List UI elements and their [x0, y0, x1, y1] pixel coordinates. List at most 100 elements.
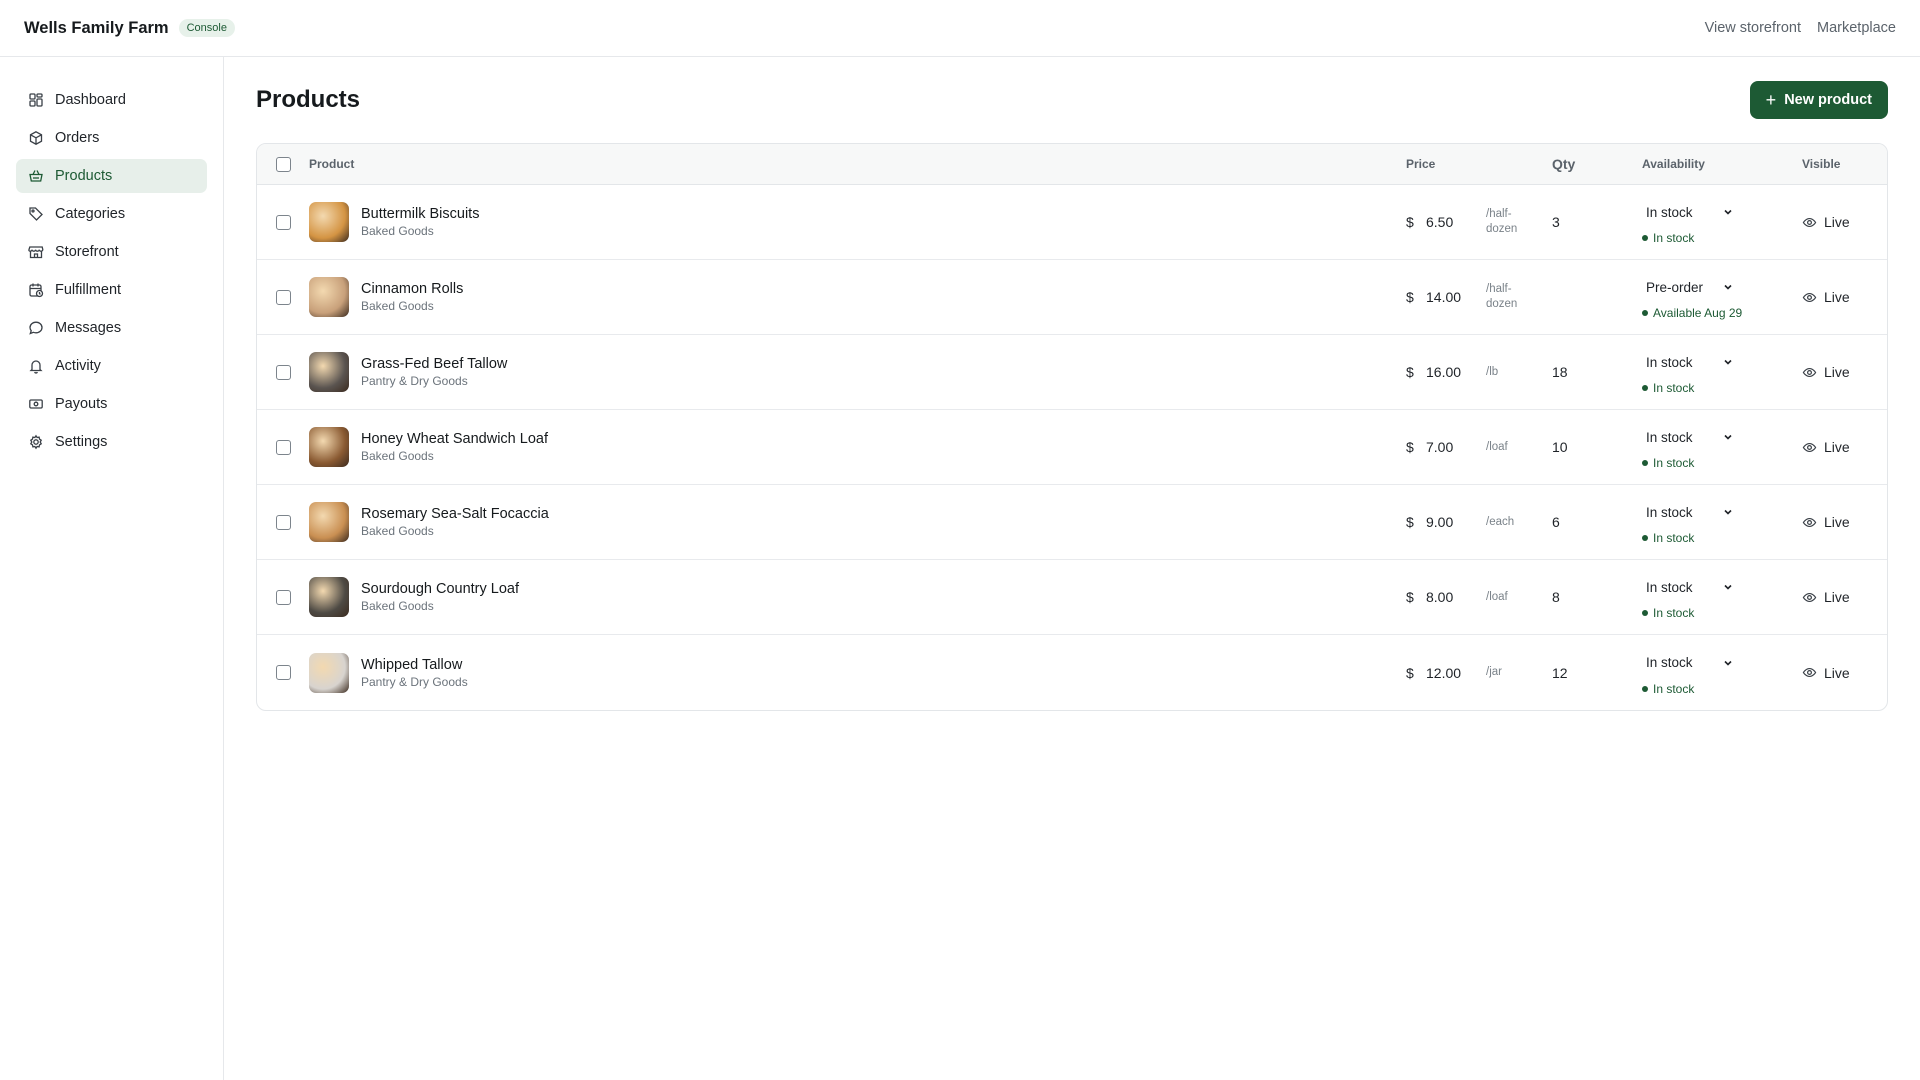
visibility-label: Live — [1824, 589, 1850, 605]
row-checkbox[interactable] — [275, 364, 291, 380]
qty-value[interactable]: 6 — [1546, 514, 1642, 530]
product-name[interactable]: Rosemary Sea-Salt Focaccia — [361, 506, 549, 522]
visibility-toggle[interactable]: Live — [1802, 514, 1850, 530]
availability-value: Pre-order — [1646, 279, 1704, 295]
column-product[interactable]: Product — [309, 157, 1406, 171]
eye-icon — [1802, 665, 1817, 680]
visibility-toggle[interactable]: Live — [1802, 364, 1850, 380]
row-checkbox[interactable] — [275, 214, 291, 230]
row-checkbox[interactable] — [275, 439, 291, 455]
product-name[interactable]: Sourdough Country Loaf — [361, 581, 519, 597]
table-row[interactable]: Honey Wheat Sandwich Loaf Baked Goods $7.0… — [257, 410, 1887, 485]
availability-select[interactable]: In stock — [1642, 199, 1738, 225]
row-checkbox[interactable] — [275, 589, 291, 605]
price-value[interactable]: 14.00 — [1426, 289, 1486, 305]
qty-value[interactable]: 18 — [1546, 364, 1642, 380]
eye-icon — [1802, 215, 1817, 230]
sidebar-item-label: Dashboard — [55, 92, 126, 108]
visibility-toggle[interactable]: Live — [1802, 289, 1850, 305]
product-name[interactable]: Honey Wheat Sandwich Loaf — [361, 431, 548, 447]
table-row[interactable]: Whipped Tallow Pantry & Dry Goods $12.00/j… — [257, 635, 1887, 710]
column-availability[interactable]: Availability — [1642, 157, 1802, 171]
price-value[interactable]: 9.00 — [1426, 514, 1486, 530]
availability-select[interactable]: In stock — [1642, 574, 1738, 600]
sidebar-item-fulfillment[interactable]: Fulfillment — [16, 273, 207, 307]
marketplace-link[interactable]: Marketplace — [1817, 20, 1896, 36]
sidebar-item-label: Categories — [55, 206, 126, 222]
select-all-checkbox[interactable] — [275, 156, 291, 172]
status-text: In stock — [1653, 381, 1695, 395]
view-storefront-link[interactable]: View storefront — [1705, 20, 1801, 36]
price-value[interactable]: 7.00 — [1426, 439, 1486, 455]
new-product-button[interactable]: + New product — [1749, 81, 1888, 119]
price-value[interactable]: 12.00 — [1426, 665, 1486, 681]
product-category: Baked Goods — [361, 524, 434, 538]
gear-icon — [28, 434, 44, 450]
visibility-toggle[interactable]: Live — [1802, 439, 1850, 455]
product-category: Baked Goods — [361, 224, 434, 238]
status-dot — [1642, 235, 1648, 241]
sidebar-item-dashboard[interactable]: Dashboard — [16, 83, 207, 117]
table-row[interactable]: Rosemary Sea-Salt Focaccia Baked Goods $9.… — [257, 485, 1887, 560]
sidebar-item-payouts[interactable]: Payouts — [16, 387, 207, 421]
visibility-toggle[interactable]: Live — [1802, 665, 1850, 681]
table-row[interactable]: Grass-Fed Beef Tallow Pantry & Dry Goods $… — [257, 335, 1887, 410]
dashboard-icon — [28, 92, 44, 108]
column-visible[interactable]: Visible — [1802, 157, 1882, 171]
table-row[interactable]: Buttermilk Biscuits Baked Goods $6.50/half… — [257, 185, 1887, 260]
qty-value[interactable]: 3 — [1546, 214, 1642, 230]
table-row[interactable]: Cinnamon Rolls Baked Goods $14.00/half-doz… — [257, 260, 1887, 335]
product-name[interactable]: Whipped Tallow — [361, 657, 468, 673]
visibility-toggle[interactable]: Live — [1802, 589, 1850, 605]
products-table: Product Price Qty Availability Visible B… — [256, 143, 1888, 711]
visibility-label: Live — [1824, 439, 1850, 455]
status-text: In stock — [1653, 231, 1695, 245]
row-checkbox[interactable] — [275, 289, 291, 305]
product-name[interactable]: Grass-Fed Beef Tallow — [361, 356, 507, 372]
price-value[interactable]: 6.50 — [1426, 214, 1486, 230]
row-checkbox[interactable] — [275, 514, 291, 530]
visibility-label: Live — [1824, 514, 1850, 530]
visibility-label: Live — [1824, 664, 1850, 681]
availability-select[interactable]: In stock — [1642, 650, 1738, 676]
column-qty[interactable]: Qty — [1546, 156, 1642, 172]
qty-value[interactable]: 12 — [1546, 665, 1642, 681]
top-bar: Wells Family Farm Console View storefron… — [0, 0, 1920, 57]
product-name[interactable]: Buttermilk Biscuits — [361, 206, 479, 222]
price-unit: /jar — [1486, 666, 1502, 678]
sidebar-item-label: Messages — [55, 320, 122, 336]
price-value[interactable]: 8.00 — [1426, 589, 1486, 605]
visibility-label: Live — [1824, 289, 1850, 305]
chevron-down-icon — [1722, 581, 1734, 593]
availability-select[interactable]: In stock — [1642, 499, 1738, 525]
top-links: View storefront Marketplace — [1705, 20, 1896, 36]
status-badge: In stock — [1642, 682, 1802, 696]
sidebar-item-activity[interactable]: Activity — [16, 349, 207, 383]
sidebar-item-storefront[interactable]: Storefront — [16, 235, 207, 269]
price-value[interactable]: 16.00 — [1426, 364, 1486, 380]
currency-symbol: $ — [1406, 439, 1414, 455]
qty-value[interactable]: 8 — [1546, 589, 1642, 605]
currency-symbol: $ — [1406, 214, 1414, 230]
status-text: In stock — [1653, 456, 1695, 470]
sidebar-item-products[interactable]: Products — [16, 159, 207, 193]
page-header: Products + New product — [256, 57, 1888, 143]
sidebar-item-settings[interactable]: Settings — [16, 425, 207, 459]
sidebar-item-label: Storefront — [55, 244, 119, 260]
qty-value[interactable]: 10 — [1546, 439, 1642, 455]
product-name[interactable]: Cinnamon Rolls — [361, 281, 463, 297]
availability-select[interactable]: Pre-order — [1642, 274, 1738, 300]
table-row[interactable]: Sourdough Country Loaf Baked Goods $8.00/l… — [257, 560, 1887, 635]
column-price[interactable]: Price — [1406, 157, 1546, 171]
sidebar-item-orders[interactable]: Orders — [16, 121, 207, 155]
chevron-down-icon — [1722, 657, 1734, 669]
visibility-toggle[interactable]: Live — [1802, 214, 1850, 230]
row-checkbox[interactable] — [275, 665, 291, 680]
status-text: In stock — [1653, 681, 1695, 696]
availability-select[interactable]: In stock — [1642, 424, 1738, 450]
price-unit: /lb — [1486, 365, 1499, 378]
brand-name: Wells Family Farm — [24, 18, 169, 37]
sidebar-item-messages[interactable]: Messages — [16, 311, 207, 345]
sidebar-item-categories[interactable]: Categories — [16, 197, 207, 231]
availability-select[interactable]: In stock — [1642, 349, 1738, 375]
